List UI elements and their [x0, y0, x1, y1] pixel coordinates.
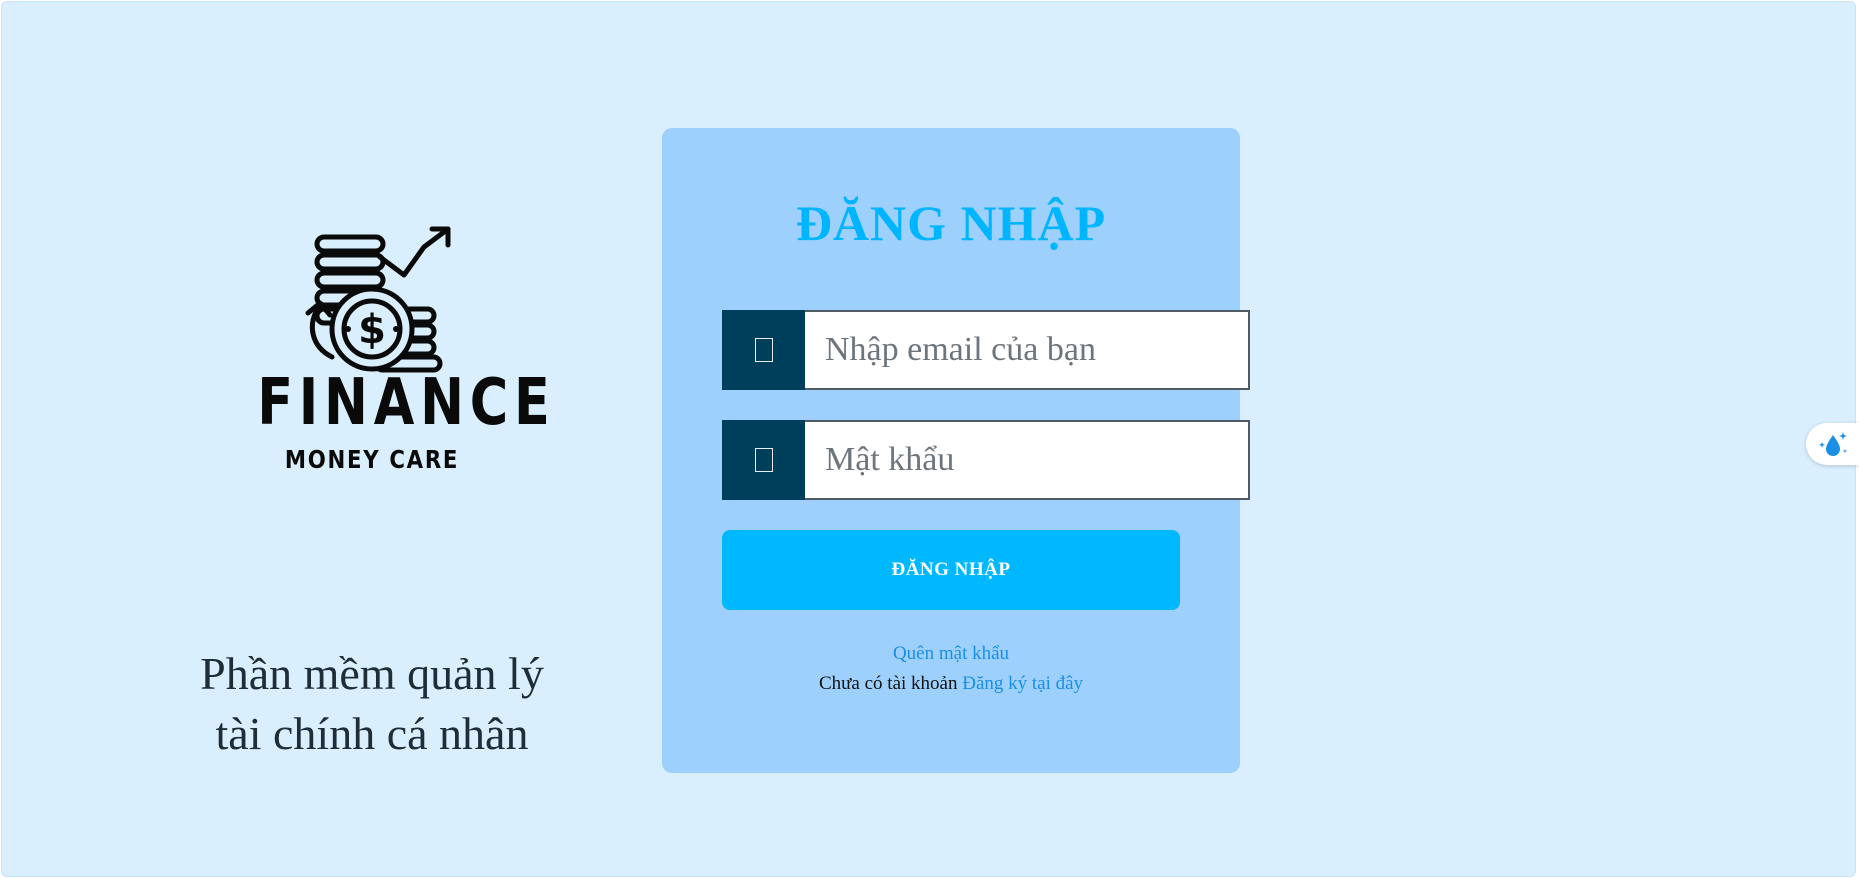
login-button[interactable]: ĐĂNG NHẬP [722, 530, 1180, 610]
no-account-text: Chưa có tài khoản [818, 673, 958, 694]
missing-glyph-icon [754, 338, 773, 362]
missing-glyph-icon [754, 448, 773, 472]
register-link[interactable]: Đăng ký tại đây [962, 673, 1083, 694]
coins-dollar-chart-icon: $ [305, 226, 451, 373]
brand-logo: $ FINANCE MONEY CARE [232, 207, 556, 497]
login-title: ĐĂNG NHẬP [795, 195, 1107, 251]
email-field-icon-box [722, 310, 805, 390]
tagline-line-1: Phần mềm quản lý [200, 648, 544, 699]
password-input[interactable] [805, 420, 1250, 500]
brand-subtitle: MONEY CARE [284, 445, 460, 474]
email-field-group [722, 310, 1250, 390]
tagline-line-2: tài chính cá nhân [215, 708, 529, 759]
register-row: Chưa có tài khoản Đăng ký tại đây [662, 672, 1240, 696]
svg-text:$: $ [358, 307, 386, 353]
password-field-group [722, 420, 1250, 500]
page-background: $ FINANCE MONEY CARE Phần mềm quản lý tà… [1, 1, 1856, 877]
email-input[interactable] [805, 310, 1250, 390]
tagline: Phần mềm quản lý tài chính cá nhân [162, 644, 582, 764]
login-card: ĐĂNG NHẬP ĐĂNG NHẬP Quên mật khẩu Chưa c… [662, 128, 1250, 773]
password-field-icon-box [722, 420, 805, 500]
forgot-password-link[interactable]: Quên mật khẩu [662, 642, 1240, 666]
water-drop-sparkle-icon [1818, 432, 1847, 456]
brand-name: FINANCE [257, 366, 556, 440]
floating-widget[interactable] [1806, 423, 1859, 465]
